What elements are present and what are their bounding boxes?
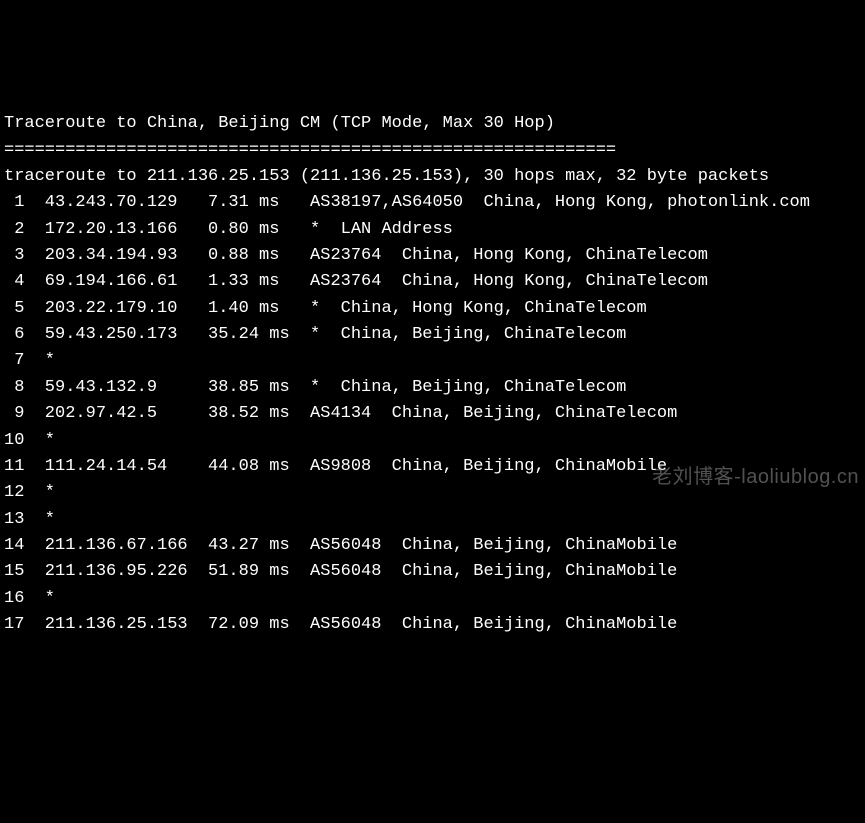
separator-line: ========================================… <box>4 141 616 160</box>
terminal-output: Traceroute to China, Beijing CM (TCP Mod… <box>4 111 861 638</box>
traceroute-summary: traceroute to 211.136.25.153 (211.136.25… <box>4 167 769 186</box>
traceroute-title: Traceroute to China, Beijing CM (TCP Mod… <box>4 114 555 133</box>
hop-list: 1 43.243.70.129 7.31 ms AS38197,AS64050 … <box>4 190 861 638</box>
